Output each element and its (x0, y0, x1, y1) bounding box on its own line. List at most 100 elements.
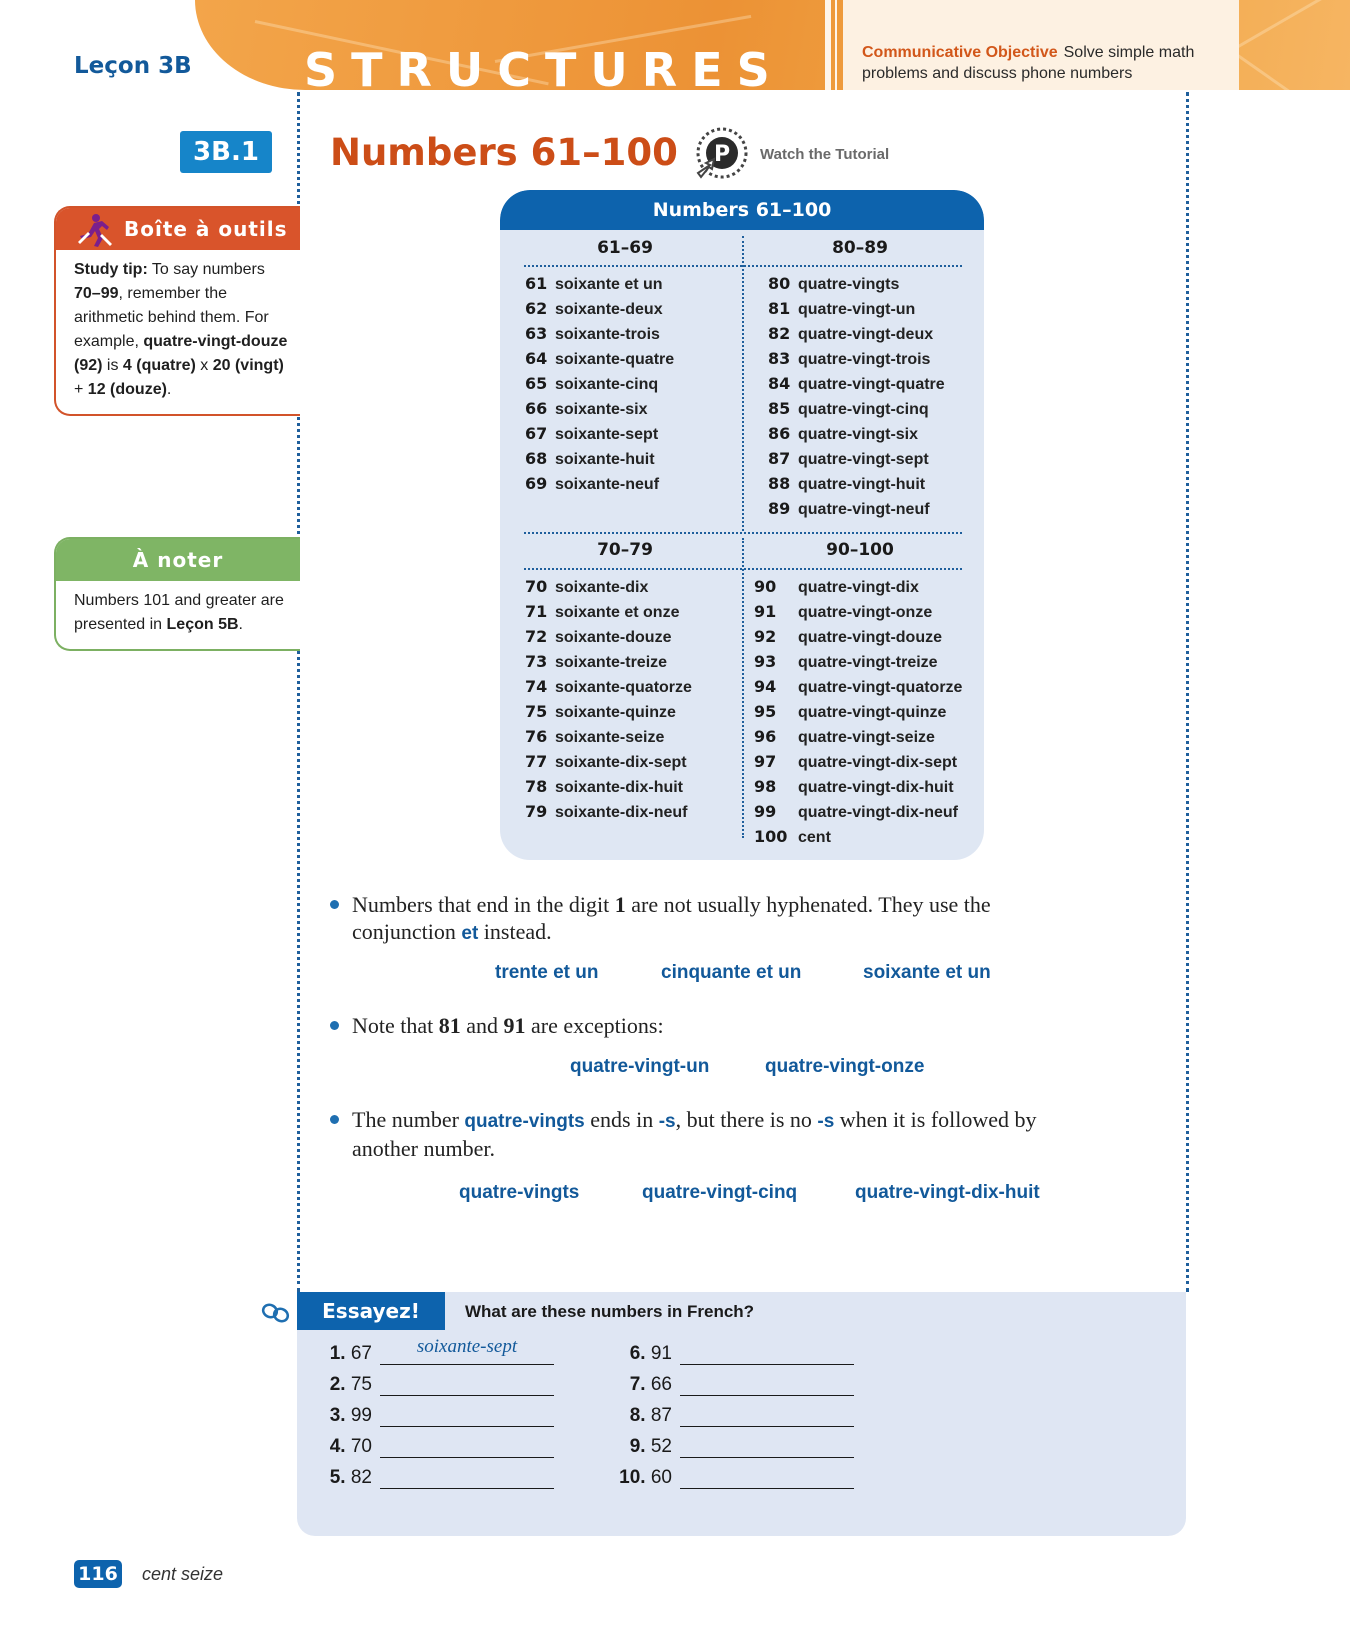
answer-blank[interactable] (380, 1395, 554, 1396)
number-digit: 79 (525, 802, 548, 821)
answer-blank[interactable] (380, 1364, 554, 1365)
number-word: soixante-dix (555, 579, 649, 596)
answer-blank[interactable] (680, 1457, 854, 1458)
number-digit: 98 (754, 777, 777, 796)
number-digit: 90 (754, 577, 777, 596)
objective-label: Communicative Objective (862, 44, 1058, 61)
number-row-81: 81 quatre-vingt-un (768, 296, 945, 321)
number-digit: 87 (768, 449, 791, 468)
number-row-82: 82 quatre-vingt-deux (768, 321, 945, 346)
section-badge: 3B.1 (180, 131, 272, 173)
number-digit: 81 (768, 299, 791, 318)
bullet-icon (330, 1021, 339, 1030)
essayez-item: 8. 87 (612, 1405, 672, 1429)
a-noter-part: . (238, 616, 243, 633)
number-word: quatre-vingt-un (798, 301, 916, 318)
number-row-83: 83 quatre-vingt-trois (768, 346, 945, 371)
number-row-95: 95 quatre-vingt-quinze (754, 699, 962, 724)
number-digit: 85 (768, 399, 791, 418)
number-digit: 91 (754, 602, 777, 621)
number-word: quatre-vingt-quinze (798, 704, 947, 721)
answer-blank[interactable] (680, 1488, 854, 1489)
answer-blank[interactable] (680, 1364, 854, 1365)
number-digit: 84 (768, 374, 791, 393)
number-digit: 75 (525, 702, 548, 721)
number-digit: 68 (525, 449, 548, 468)
number-row-87: 87 quatre-vingt-sept (768, 446, 945, 471)
number-word: soixante-dix-neuf (555, 804, 688, 821)
essayez-item: 2. 75 (312, 1374, 372, 1398)
link-chain-icon[interactable] (260, 1300, 292, 1326)
number-word: soixante-quatre (555, 351, 675, 368)
answer-blank[interactable] (680, 1426, 854, 1427)
study-tip-text: Study tip: To say numbers 70–99, remembe… (74, 258, 289, 402)
number-row-84: 84 quatre-vingt-quatre (768, 371, 945, 396)
number-word: quatre-vingt-douze (798, 629, 942, 646)
number-digit: 64 (525, 349, 548, 368)
number-word: soixante-dix-sept (555, 754, 687, 771)
watch-tutorial-link[interactable]: Watch the Tutorial (760, 146, 889, 163)
number-digit: 80 (768, 274, 791, 293)
essayez-item-value: 66 (650, 1374, 672, 1395)
number-digit: 97 (754, 752, 777, 771)
note-text: are exceptions: (531, 1013, 664, 1038)
section-title: Numbers 61–100 (330, 131, 678, 174)
number-digit: 96 (754, 727, 777, 746)
number-word: quatre-vingt-neuf (798, 501, 930, 518)
p-tutorial-icon[interactable]: P (692, 125, 752, 185)
essayez-item: 1. 67 (312, 1343, 372, 1367)
group-heading-80-89: 80–89 (832, 238, 888, 258)
number-row-62: 62 soixante-deux (525, 296, 674, 321)
number-row-80: 80 quatre-vingts (768, 271, 945, 296)
note-text: Note that (352, 1013, 434, 1038)
number-digit: 74 (525, 677, 548, 696)
a-noter-box: À noter Numbers 101 and greater are pres… (54, 537, 300, 651)
numbers-table: Numbers 61–100 61–69 80–89 61 soixante et… (500, 190, 984, 860)
number-digit: 94 (754, 677, 777, 696)
number-word: soixante-seize (555, 729, 665, 746)
answer-blank[interactable] (380, 1426, 554, 1427)
number-digit: 92 (754, 627, 777, 646)
number-digit: 63 (525, 324, 548, 343)
page-number-words: cent seize (142, 1564, 224, 1584)
note-text: instead. (483, 919, 552, 944)
essayez-item-value: 52 (650, 1436, 672, 1457)
group-list-90-100: 90 quatre-vingt-dix 91 quatre-vingt-onze 92 q… (754, 574, 962, 849)
answer-blank[interactable] (680, 1395, 854, 1396)
answer-blank[interactable] (380, 1488, 554, 1489)
note-text: ends in (590, 1107, 654, 1132)
answer-blank[interactable] (380, 1457, 554, 1458)
toolbox-runner-icon (78, 214, 112, 247)
number-row-85: 85 quatre-vingt-cinq (768, 396, 945, 421)
number-word: quatre-vingt-cinq (798, 401, 929, 418)
number-word: soixante et un (555, 276, 663, 293)
study-tip-part: is (106, 357, 119, 374)
boite-a-outils-title: Boîte à outils (124, 217, 288, 241)
sample-answer: soixante-sept (416, 1336, 518, 1357)
essayez-instruction: What are these numbers in French? (465, 1302, 755, 1321)
note-text: and (466, 1013, 499, 1038)
study-tip-term: 4 (quatre) (122, 357, 196, 374)
number-word: soixante-trois (555, 326, 660, 343)
group-heading-61-69: 61–69 (597, 238, 653, 258)
example-trente-et-un: trente et un (495, 962, 599, 983)
essayez-item-number: 4. (329, 1436, 346, 1457)
number-row-68: 68 soixante-huit (525, 446, 674, 471)
essayez-item: 10. 60 (612, 1467, 672, 1491)
number-word: quatre-vingt-dix-huit (798, 779, 954, 796)
note-keyword: -s (817, 1111, 835, 1132)
number-word: soixante et onze (555, 604, 680, 621)
number-digit: 95 (754, 702, 777, 721)
note-exceptions: Note that 81 and 91 are exceptions: (330, 1012, 1070, 1039)
essayez-item-number: 8. (629, 1405, 646, 1426)
number-row-89: 89 quatre-vingt-neuf (768, 496, 945, 521)
number-word: soixante-sept (555, 426, 659, 443)
number-digit: 82 (768, 324, 791, 343)
essayez-tab: Essayez! (297, 1292, 445, 1330)
note-number: 81 (438, 1013, 461, 1038)
number-row-86: 86 quatre-vingt-six (768, 421, 945, 446)
number-row-65: 65 soixante-cinq (525, 371, 674, 396)
number-digit: 100 (754, 827, 788, 846)
number-word: quatre-vingt-onze (798, 604, 933, 621)
essayez-item-value: 82 (350, 1467, 372, 1488)
